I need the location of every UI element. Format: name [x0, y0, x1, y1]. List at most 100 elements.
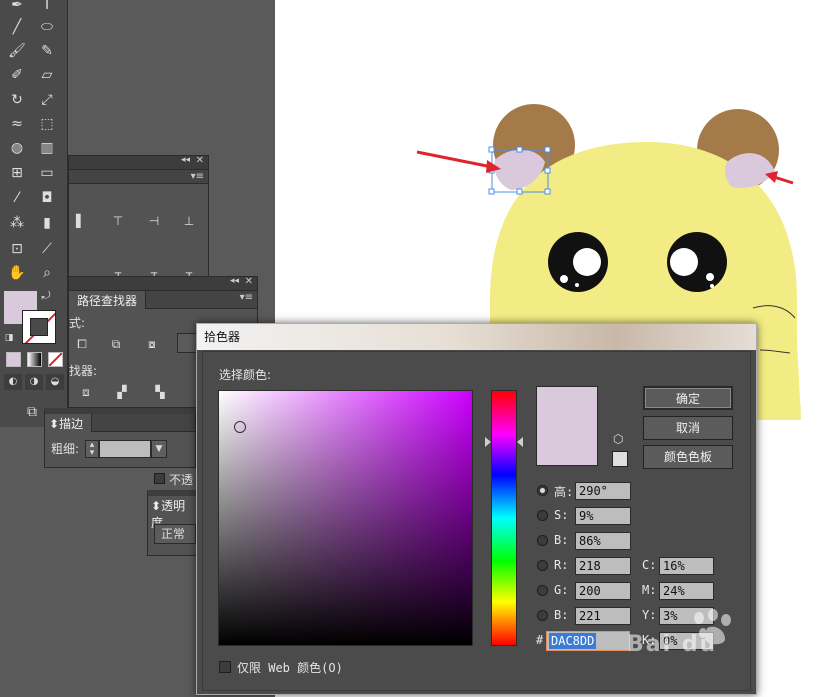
web-safe-color-swatch[interactable]	[612, 451, 628, 467]
symbol-sprayer-icon[interactable]: ⁂	[4, 212, 30, 234]
watermark-text: Bai du	[627, 632, 718, 657]
left-eye-highlight	[573, 248, 601, 276]
line-icon[interactable]: ╱	[4, 16, 30, 38]
column-graph-icon[interactable]: ▮	[34, 212, 60, 234]
hand-icon[interactable]: ✋	[4, 262, 30, 284]
blend-icon[interactable]: ◘	[34, 187, 60, 209]
free-transform-icon[interactable]: ⬚	[34, 113, 60, 135]
hex-prefix: #	[536, 633, 544, 647]
blue-input[interactable]: 221	[575, 607, 631, 625]
tools-panel: ✒ T ╱ ⬭ 🖌 ✎ ✐ ▱ ↻ ⤢ ≈ ⬚ ◍ ▥ ⊞ ▭ ⁄ ◘ ⁂ ▮ …	[0, 0, 68, 427]
red-input[interactable]: 218	[575, 557, 631, 575]
color-picker-ring-icon[interactable]	[234, 421, 246, 433]
zoom-icon[interactable]: ⌕	[34, 262, 60, 284]
minus-front-icon[interactable]: ⧉	[109, 337, 123, 351]
weight-stepper[interactable]: ▴ ▾	[85, 440, 99, 458]
pencil-icon[interactable]: ✎	[34, 40, 60, 62]
magenta-input[interactable]: 24%	[659, 582, 714, 600]
weight-input[interactable]	[99, 440, 151, 458]
opacity-row: 不透	[152, 470, 198, 488]
swap-icon[interactable]: ⤾	[38, 285, 54, 307]
cyan-input[interactable]: 16%	[659, 557, 714, 575]
hex-input[interactable]: DAC8DD	[546, 631, 630, 651]
color-mode-swatch[interactable]	[6, 352, 21, 367]
web-colors-only-checkbox[interactable]	[219, 661, 231, 673]
color-swatches-button[interactable]: 颜色色板	[643, 445, 733, 469]
blend-mode-select[interactable]: 正常	[154, 524, 196, 544]
left-eye-sparkle	[560, 275, 568, 283]
unite-icon[interactable]: ⧠	[75, 337, 89, 351]
rotate-icon[interactable]: ↻	[4, 89, 30, 111]
hex-selected-text: DAC8DD	[549, 633, 597, 649]
warp-icon[interactable]: ≈	[4, 113, 30, 135]
green-input[interactable]: 200	[575, 582, 631, 600]
stroke-color-swatch[interactable]	[22, 310, 56, 344]
right-eye-sparkle-small	[710, 284, 714, 288]
draw-inside-icon[interactable]: ◒	[46, 374, 64, 390]
cube-icon[interactable]: ⬡	[613, 432, 627, 446]
tab-transparency[interactable]: ⬍透明度	[148, 496, 198, 530]
shape-builder-icon[interactable]: ◍	[4, 137, 30, 159]
draw-behind-icon[interactable]: ◑	[25, 374, 43, 390]
stroke-panel: ⬍描边 粗细: ▴ ▾ ▼	[44, 408, 196, 468]
baidu-watermark: Bai du	[627, 606, 753, 662]
pen-icon[interactable]: ✒	[4, 0, 30, 16]
radio-s[interactable]	[537, 510, 548, 521]
gradient-mode-swatch[interactable]	[27, 352, 42, 367]
radio-r[interactable]	[537, 560, 548, 571]
weight-label: 粗细:	[51, 442, 80, 456]
left-eye-sparkle-small	[575, 283, 579, 287]
mesh-icon[interactable]: ⊞	[4, 162, 30, 184]
cancel-button[interactable]: 取消	[643, 416, 733, 440]
graph-icon[interactable]: ▥	[34, 137, 60, 159]
saturation-brightness-field[interactable]	[218, 390, 473, 646]
brush-icon[interactable]: 🖌	[4, 40, 30, 62]
red-arrow-left	[416, 150, 498, 170]
hue-slider[interactable]	[491, 390, 517, 646]
align-left-icon[interactable]: ▐	[69, 214, 83, 228]
align-bottom-icon[interactable]: ⊥	[182, 214, 196, 228]
blob-brush-icon[interactable]: ✐	[4, 64, 30, 86]
ellipse-icon[interactable]: ⬭	[34, 16, 60, 38]
right-eye-highlight	[670, 248, 698, 276]
align-top-icon[interactable]: ⊤	[111, 214, 125, 228]
ok-button[interactable]: 确定	[643, 386, 733, 410]
tab-pathfinder[interactable]: 路径查找器	[69, 291, 147, 309]
none-mode-swatch[interactable]	[48, 352, 63, 367]
trim-icon[interactable]: ▞	[115, 385, 129, 399]
slice-icon[interactable]: ⟋	[34, 238, 60, 260]
hue-slider-arrow-right-icon[interactable]	[517, 437, 523, 447]
intersect-icon[interactable]: ⧇	[145, 337, 159, 351]
close-icon[interactable]: ✕	[196, 155, 204, 166]
panel-menu-icon[interactable]: ▾≡	[191, 171, 204, 182]
default-colors-icon[interactable]: ◨	[0, 327, 18, 349]
align-panel: ◂◂ ✕ ▾≡ ▐ ⊤ ⊣ ⊥ ⫟ ⫟ ⫟	[68, 155, 209, 280]
divide-icon[interactable]: ⧈	[79, 385, 93, 399]
hue-slider-arrow-left-icon[interactable]	[485, 437, 491, 447]
align-vcenter-icon[interactable]: ⊣	[147, 214, 161, 228]
transparency-panel: ⬍透明度 正常	[147, 490, 199, 556]
radio-h[interactable]	[537, 485, 548, 496]
opacity-checkbox[interactable]	[154, 473, 165, 484]
scale-icon[interactable]: ⤢	[34, 89, 60, 111]
gradient-icon[interactable]: ▭	[34, 162, 60, 184]
brightness-input[interactable]: 86%	[575, 532, 631, 550]
eyedropper-icon[interactable]: ⁄	[4, 187, 30, 209]
saturation-input[interactable]: 9%	[575, 507, 631, 525]
artboard-icon[interactable]: ⊡	[4, 238, 30, 260]
radio-g[interactable]	[537, 585, 548, 596]
type-icon[interactable]: T	[34, 0, 60, 16]
weight-dropdown[interactable]: ▼	[151, 440, 167, 458]
close-icon[interactable]: ✕	[245, 276, 253, 287]
draw-normal-icon[interactable]: ◐	[4, 374, 22, 390]
merge-icon[interactable]: ▚	[153, 385, 167, 399]
screen-mode-icon[interactable]: ⧉	[20, 401, 44, 423]
hue-input[interactable]: 290°	[575, 482, 631, 500]
shape-modes-label: 式:	[69, 316, 86, 330]
radio-blue[interactable]	[537, 610, 548, 621]
right-eye-sparkle	[706, 273, 714, 281]
tab-stroke[interactable]: ⬍描边	[45, 414, 93, 432]
radio-b[interactable]	[537, 535, 548, 546]
panel-menu-icon[interactable]: ▾≡	[240, 292, 253, 303]
eraser-icon[interactable]: ▱	[34, 64, 60, 86]
